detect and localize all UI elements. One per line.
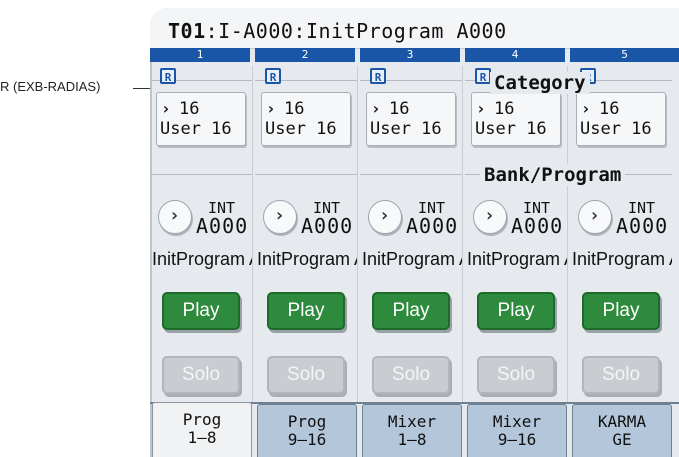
category-button[interactable]: › 16 User 16: [261, 92, 351, 146]
category-name: User 16: [265, 119, 337, 139]
play-button[interactable]: Play: [582, 292, 660, 330]
program-name: InitProgram A000: [362, 249, 462, 269]
title-bar: T01:I-A000:InitProgram A000: [150, 8, 679, 49]
tab-label-line2: 9–16: [497, 430, 537, 449]
radias-badge-icon: R: [265, 68, 281, 84]
tab-label-line1: KARMA: [597, 412, 647, 431]
channel-number: 2: [255, 48, 355, 62]
chevron-right-icon: ›: [266, 99, 276, 118]
program-number: A000: [196, 214, 249, 238]
channel-number: 4: [465, 48, 565, 62]
tab-karma-ge[interactable]: KARMA GE: [572, 404, 672, 457]
play-button[interactable]: Play: [267, 292, 345, 330]
track-column-3: R › 16 User 16 › INT A000 InitProgram A0…: [360, 66, 462, 402]
lcd-screen: T01:I-A000:InitProgram A000 1 2 3 4 5 R …: [150, 8, 679, 457]
bank-program-select-button[interactable]: ›: [473, 200, 507, 234]
tab-label-line2: GE: [612, 430, 632, 449]
category-number: 16: [284, 99, 305, 119]
bank-program-section-label: Bank/Program: [480, 164, 626, 186]
program-number: A000: [301, 214, 354, 238]
bank-program-rule: [360, 174, 462, 175]
tab-label-line2: 1–8: [187, 428, 217, 447]
chevron-right-icon: ›: [161, 99, 171, 118]
chevron-right-icon: ›: [484, 205, 495, 226]
category-button[interactable]: › 16 User 16: [471, 92, 561, 146]
category-number: 16: [389, 99, 410, 119]
radias-callout-label: R (EXB-RADIAS): [0, 79, 101, 94]
category-name: User 16: [370, 119, 442, 139]
bank-program-select-button[interactable]: ›: [578, 200, 612, 234]
track-column-5: R › 16 User 16 › INT A000 InitProgram A0…: [570, 66, 672, 402]
program-name: InitProgram A000: [257, 249, 357, 269]
chevron-right-icon: ›: [581, 99, 591, 118]
channel-number: 5: [570, 48, 679, 62]
play-button[interactable]: Play: [372, 292, 450, 330]
category-name: User 16: [580, 119, 652, 139]
page-title: T01:I-A000:InitProgram A000: [168, 19, 507, 43]
tab-prog-1-8[interactable]: Prog 1–8: [152, 402, 252, 457]
chevron-right-icon: ›: [169, 205, 180, 226]
program-number: A000: [511, 214, 564, 238]
category-button[interactable]: › 16 User 16: [366, 92, 456, 146]
chevron-right-icon: ›: [476, 99, 486, 118]
solo-button[interactable]: Solo: [477, 356, 555, 394]
program-name: InitProgram A000: [467, 249, 567, 269]
chevron-right-icon: ›: [589, 205, 600, 226]
program-name: InitProgram A000: [572, 249, 672, 269]
play-button[interactable]: Play: [162, 292, 240, 330]
tab-label-line1: Prog: [287, 412, 327, 431]
radias-badge-icon: R: [160, 68, 176, 84]
program-number: A000: [406, 214, 459, 238]
track-column-2: R › 16 User 16 › INT A000 InitProgram A0…: [255, 66, 357, 402]
column-divider: [462, 66, 463, 402]
tab-label-line1: Mixer: [387, 412, 437, 431]
tab-label-line2: 9–16: [287, 430, 327, 449]
category-button[interactable]: › 16 User 16: [576, 92, 666, 146]
track-column-4: R › 16 User 16 › INT A000 InitProgram A0…: [465, 66, 567, 402]
program-path: :I-A000:InitProgram A000: [205, 19, 507, 43]
tab-prog-9-16[interactable]: Prog 9–16: [257, 404, 357, 457]
bank-program-rule: [255, 174, 357, 175]
channel-number: 3: [360, 48, 460, 62]
chevron-right-icon: ›: [379, 205, 390, 226]
category-name: User 16: [475, 119, 547, 139]
chevron-right-icon: ›: [371, 99, 381, 118]
program-name: InitProgram A000: [152, 249, 252, 269]
bank-program-rule: [150, 174, 252, 175]
tab-label-line1: Prog: [182, 410, 222, 429]
category-number: 16: [599, 99, 620, 119]
solo-button[interactable]: Solo: [162, 356, 240, 394]
tab-mixer-9-16[interactable]: Mixer 9–16: [467, 404, 567, 457]
tab-label-line1: Mixer: [492, 412, 542, 431]
category-number: 16: [494, 99, 515, 119]
category-section-label: Category: [490, 72, 590, 94]
bank-program-select-button[interactable]: ›: [158, 200, 192, 234]
tab-mixer-1-8[interactable]: Mixer 1–8: [362, 404, 462, 457]
category-number: 16: [179, 99, 200, 119]
program-number: A000: [616, 214, 669, 238]
solo-button[interactable]: Solo: [582, 356, 660, 394]
column-divider: [252, 66, 253, 402]
bank-program-select-button[interactable]: ›: [368, 200, 402, 234]
solo-button[interactable]: Solo: [372, 356, 450, 394]
bank-program-select-button[interactable]: ›: [263, 200, 297, 234]
play-button[interactable]: Play: [477, 292, 555, 330]
track-number: T01: [168, 19, 206, 43]
tab-label-line2: 1–8: [397, 430, 427, 449]
category-name: User 16: [160, 119, 232, 139]
column-divider: [357, 66, 358, 402]
category-button[interactable]: › 16 User 16: [156, 92, 246, 146]
track-column-1: R › 16 User 16 › INT A000 InitProgram A0…: [150, 66, 252, 402]
channel-number: 1: [150, 48, 250, 62]
channel-strip: 1 2 3 4 5: [150, 48, 679, 64]
column-divider: [567, 66, 568, 402]
chevron-right-icon: ›: [274, 205, 285, 226]
radias-badge-icon: R: [475, 68, 491, 84]
solo-button[interactable]: Solo: [267, 356, 345, 394]
radias-badge-icon: R: [370, 68, 386, 84]
